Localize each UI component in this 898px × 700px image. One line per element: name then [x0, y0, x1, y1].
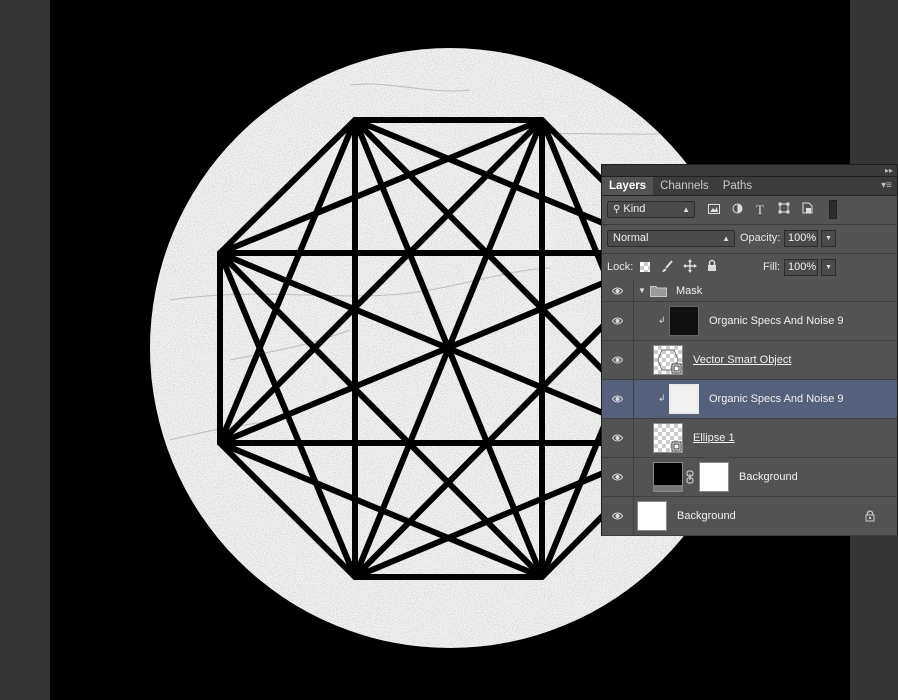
fill-dropdown-icon[interactable]: ▼ [821, 259, 836, 276]
visibility-column [602, 380, 634, 418]
layer-background-locked[interactable]: Background [602, 497, 897, 536]
lock-row: Lock: Fill: 100% ▼ [602, 254, 897, 283]
layers-panel: ▸▸ Layers Channels Paths ▾≡ ⚲ Kind ▲ T N… [601, 164, 898, 536]
layer-name: Ellipse 1 [693, 432, 735, 444]
visibility-column [602, 497, 634, 535]
fill-label: Fill: [763, 261, 781, 273]
shape-filter-icon[interactable] [776, 202, 792, 218]
layer-thumbnail [669, 306, 699, 336]
filter-toggle[interactable] [829, 200, 837, 219]
fill-field[interactable]: 100% [784, 259, 818, 276]
layer-name: Background [677, 510, 736, 522]
shape-layer-badge-icon [671, 441, 682, 452]
blend-mode-select[interactable]: Normal ▲ [607, 230, 735, 247]
eye-icon[interactable] [612, 355, 623, 365]
clipping-mask-icon: ↲ [658, 393, 666, 403]
lock-position-icon[interactable] [683, 259, 697, 276]
blend-mode-value: Normal [613, 232, 649, 244]
adjustment-filter-icon[interactable] [729, 202, 745, 218]
layer-thumbnail [653, 345, 683, 375]
eye-icon[interactable] [612, 286, 623, 296]
type-filter-icon[interactable]: T [752, 202, 768, 218]
updown-arrow-icon: ▲ [682, 205, 690, 214]
tab-paths[interactable]: Paths [716, 177, 759, 195]
link-icon[interactable] [686, 470, 694, 487]
layer-name: Organic Specs And Noise 9 [709, 393, 844, 405]
lock-icon [865, 510, 875, 522]
visibility-column [602, 458, 634, 496]
clipping-mask-icon: ↲ [658, 315, 666, 325]
smart-object-filter-icon[interactable] [799, 202, 815, 218]
visibility-column [602, 419, 634, 457]
visibility-column [602, 302, 634, 340]
eye-icon[interactable] [612, 433, 623, 443]
layer-thumbnail [637, 501, 667, 531]
lock-label: Lock: [607, 261, 634, 273]
eye-icon[interactable] [612, 394, 623, 404]
eye-icon[interactable] [612, 472, 623, 482]
layer-name: Background [739, 471, 798, 483]
layer-organic-specs-selected[interactable]: ↲ Organic Specs And Noise 9 [602, 380, 897, 419]
layer-mask-thumbnail[interactable] [699, 462, 729, 492]
collapse-panel-icon[interactable]: ▸▸ [885, 165, 893, 176]
blend-row: Normal ▲ Opacity: 100% ▼ [602, 225, 897, 254]
panel-titlebar[interactable]: ▸▸ [602, 165, 897, 177]
layer-ellipse-1[interactable]: Ellipse 1 [602, 419, 897, 458]
opacity-dropdown-icon[interactable]: ▼ [821, 230, 836, 247]
filter-kind-select[interactable]: ⚲ Kind ▲ [607, 201, 695, 218]
lock-all-icon[interactable] [707, 259, 717, 275]
folder-icon [650, 285, 667, 300]
layer-name: Mask [676, 284, 703, 297]
search-icon: ⚲ [613, 204, 621, 215]
layer-organic-specs-top[interactable]: ↲ Organic Specs And Noise 9 [602, 302, 897, 341]
layer-name: Organic Specs And Noise 9 [709, 315, 844, 327]
visibility-column [602, 280, 634, 301]
image-filter-icon[interactable] [706, 202, 722, 218]
layer-thumbnail [653, 462, 683, 492]
tab-channels[interactable]: Channels [653, 177, 716, 195]
lock-transparent-pixels-icon[interactable] [640, 262, 650, 272]
layer-group-mask[interactable]: ▼ Mask [602, 280, 897, 302]
panel-menu-icon[interactable]: ▾≡ [881, 180, 892, 192]
layer-name: Vector Smart Object [693, 354, 792, 366]
chevron-down-icon[interactable]: ▼ [638, 286, 646, 295]
tab-layers[interactable]: Layers [602, 177, 654, 195]
smart-object-badge-icon [657, 349, 682, 374]
opacity-label: Opacity: [740, 232, 781, 244]
lock-image-pixels-icon[interactable] [661, 260, 673, 276]
layer-vector-smart-object[interactable]: Vector Smart Object [602, 341, 897, 380]
layer-thumbnail [669, 384, 699, 414]
updown-arrow-icon: ▲ [722, 234, 730, 243]
filter-kind-label: Kind [623, 203, 646, 215]
eye-icon[interactable] [612, 511, 623, 521]
eye-icon[interactable] [612, 316, 623, 326]
opacity-field[interactable]: 100% [784, 230, 818, 247]
visibility-column [602, 341, 634, 379]
layer-list: ▼ Mask ↲ Organic Specs And Noise 9 Vecto… [602, 280, 897, 536]
layer-thumbnail [653, 423, 683, 453]
layer-background-masked[interactable]: Background [602, 458, 897, 497]
filter-row: ⚲ Kind ▲ T [602, 196, 897, 225]
panel-tabs: Layers Channels Paths ▾≡ [602, 177, 897, 196]
